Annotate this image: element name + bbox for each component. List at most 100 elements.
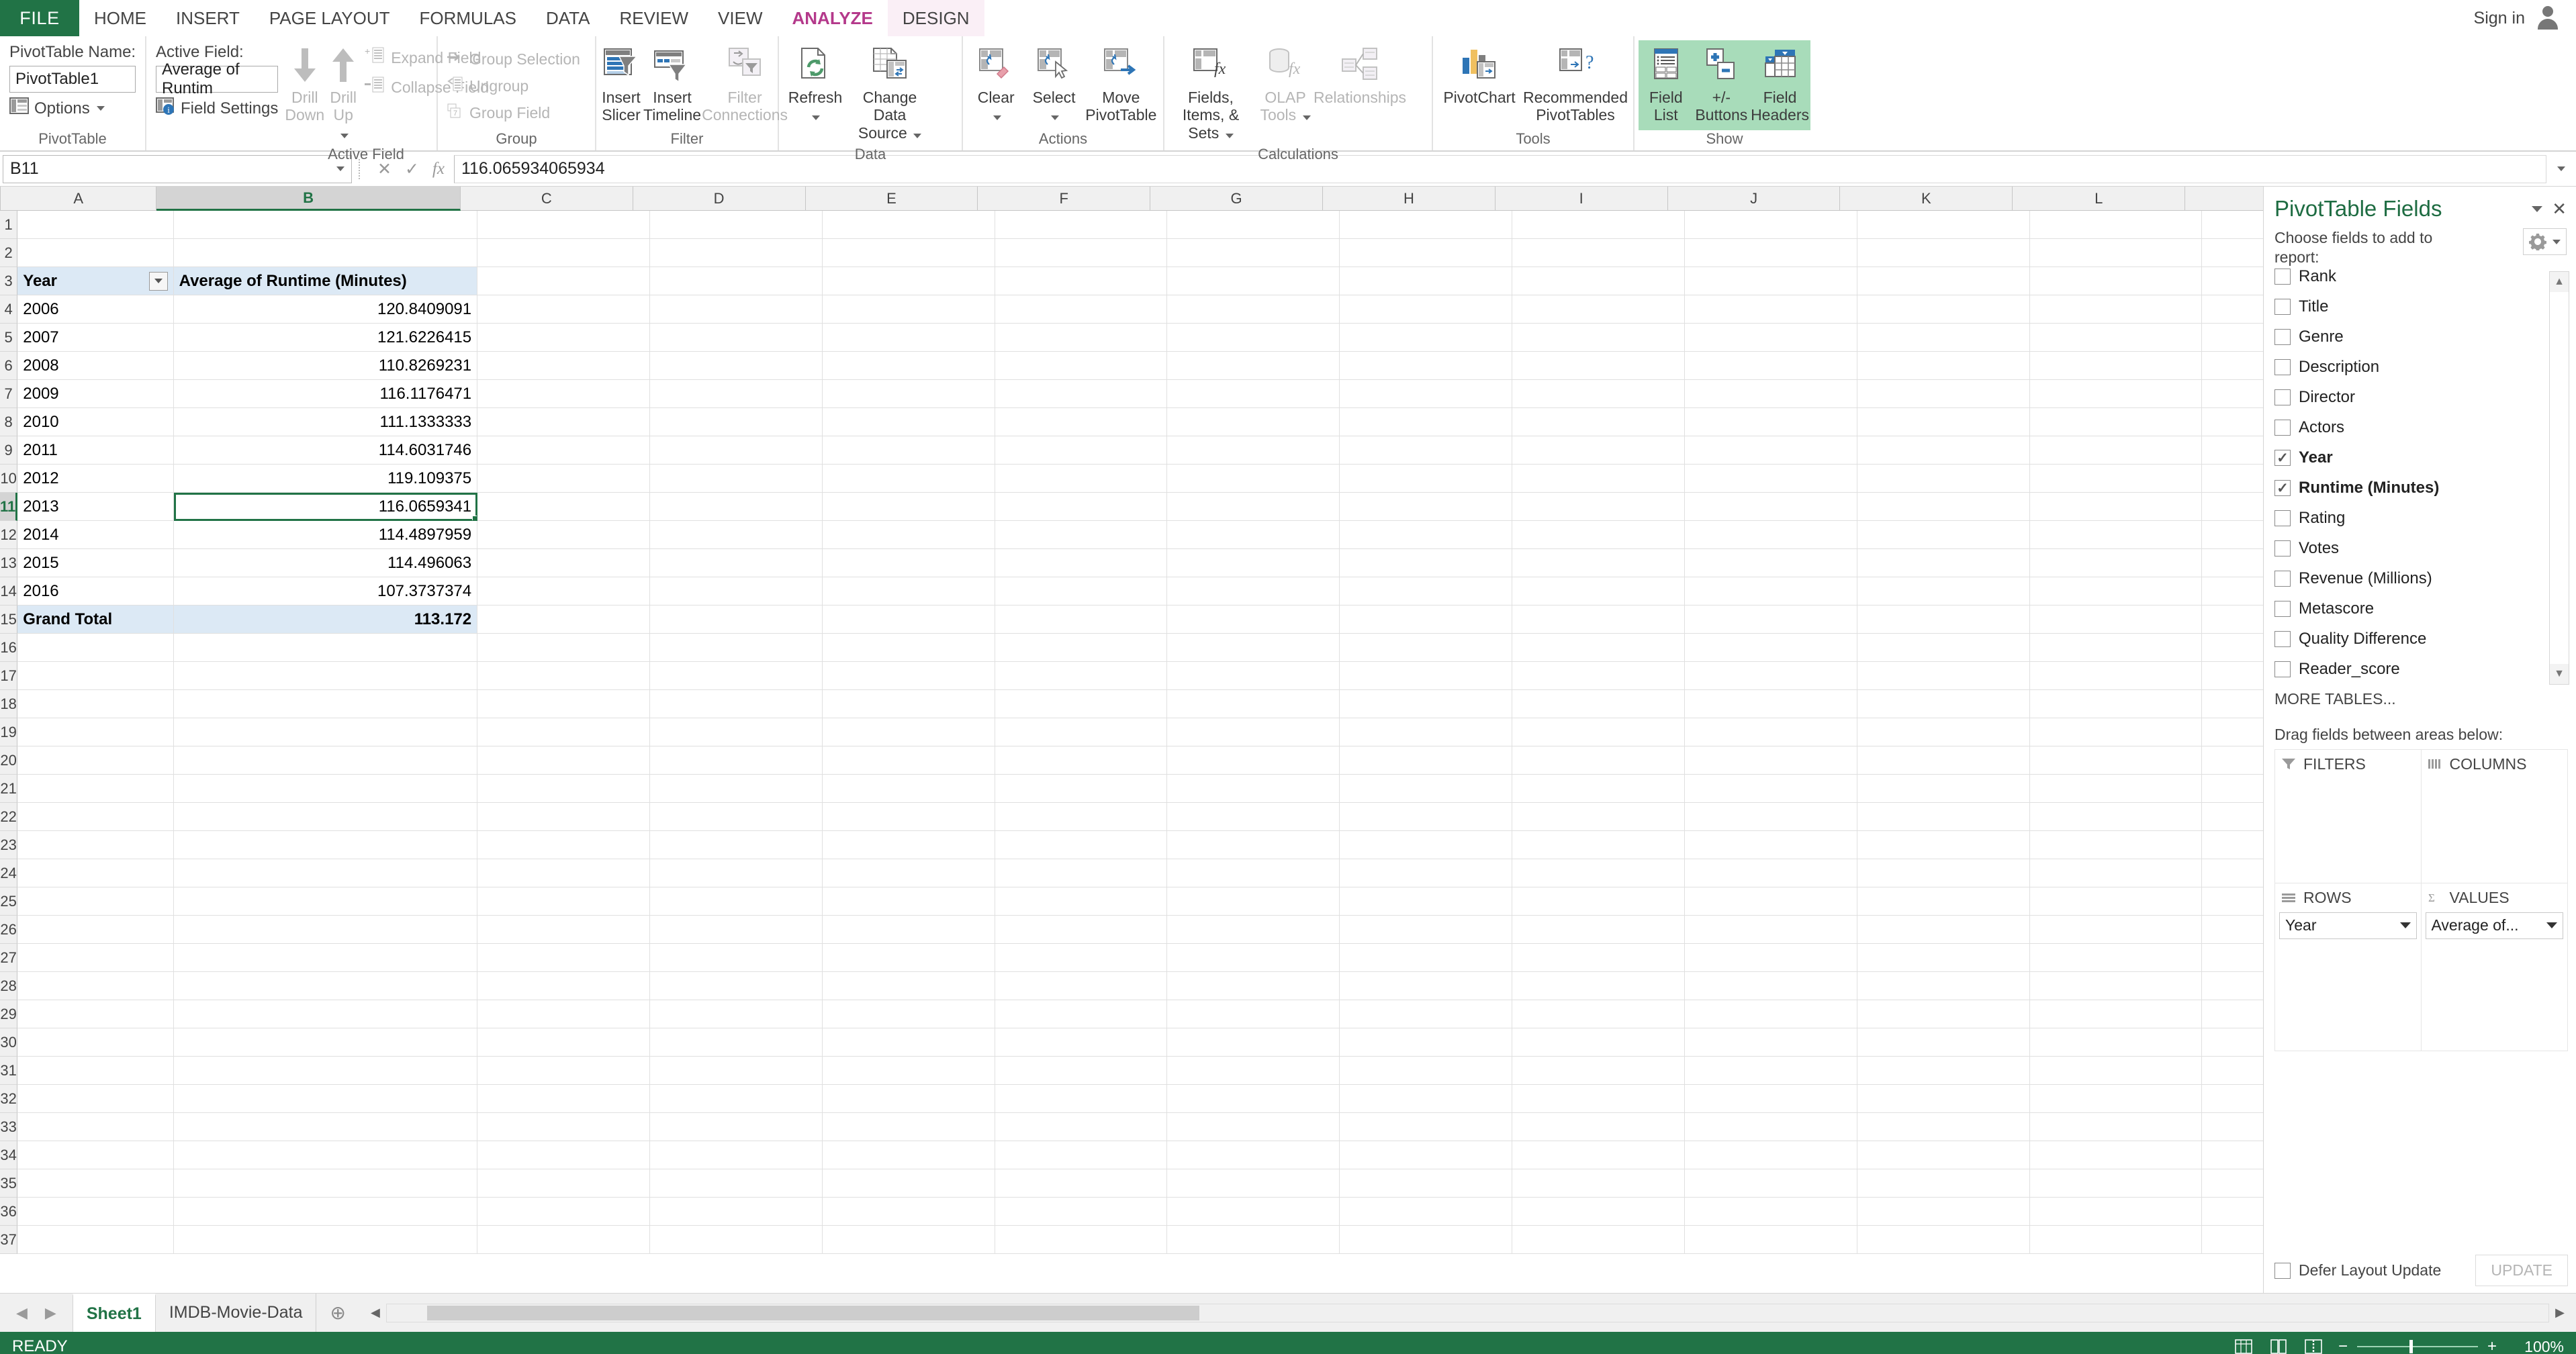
cell-B2[interactable] (173, 239, 478, 267)
pivotchart-button[interactable]: PivotChart (1437, 40, 1522, 110)
cell-I23[interactable] (1512, 831, 1685, 859)
cell-M32[interactable] (2202, 1085, 2263, 1113)
cell-L26[interactable] (2029, 916, 2203, 944)
cell-L12[interactable] (2029, 521, 2203, 549)
cell-B36[interactable] (173, 1198, 478, 1226)
cell-K20[interactable] (1857, 746, 2030, 775)
cell-F7[interactable] (995, 380, 1168, 408)
field-list-item-runtime-minutes[interactable]: Runtime (Minutes) (2274, 473, 2569, 503)
cell-G24[interactable] (1167, 859, 1340, 887)
cell-B31[interactable] (173, 1057, 478, 1085)
cell-M22[interactable] (2202, 803, 2263, 831)
cell-I28[interactable] (1512, 972, 1685, 1000)
field-settings-button[interactable]: i Field Settings (156, 97, 278, 120)
row-header-8[interactable]: 8 (0, 408, 18, 436)
cell-B35[interactable] (173, 1169, 478, 1198)
cell-D23[interactable] (649, 831, 823, 859)
cell-L27[interactable] (2029, 944, 2203, 972)
cell-K23[interactable] (1857, 831, 2030, 859)
cell-J14[interactable] (1684, 577, 1857, 606)
cell-G6[interactable] (1167, 352, 1340, 380)
cell-C7[interactable] (477, 380, 650, 408)
cell-L15[interactable] (2029, 606, 2203, 634)
cell-J1[interactable] (1684, 211, 1857, 239)
cell-K17[interactable] (1857, 662, 2030, 690)
cell-E14[interactable] (822, 577, 995, 606)
cell-F2[interactable] (995, 239, 1168, 267)
cell-J6[interactable] (1684, 352, 1857, 380)
cell-A22[interactable] (17, 803, 174, 831)
cell-H36[interactable] (1340, 1198, 1513, 1226)
cell-G2[interactable] (1167, 239, 1340, 267)
cell-A6[interactable]: 2008 (17, 352, 174, 380)
field-checkbox-description[interactable] (2274, 359, 2291, 375)
cell-M28[interactable] (2202, 972, 2263, 1000)
cell-E8[interactable] (822, 408, 995, 436)
cell-K3[interactable] (1857, 267, 2030, 295)
cell-A5[interactable]: 2007 (17, 324, 174, 352)
cell-J7[interactable] (1684, 380, 1857, 408)
cell-A17[interactable] (17, 662, 174, 690)
cell-K5[interactable] (1857, 324, 2030, 352)
field-checkbox-rank[interactable] (2274, 269, 2291, 285)
cell-K13[interactable] (1857, 549, 2030, 577)
cell-E29[interactable] (822, 1000, 995, 1028)
cell-L33[interactable] (2029, 1113, 2203, 1141)
cell-C30[interactable] (477, 1028, 650, 1057)
cell-I12[interactable] (1512, 521, 1685, 549)
cell-A30[interactable] (17, 1028, 174, 1057)
cell-L31[interactable] (2029, 1057, 2203, 1085)
column-header-f[interactable]: F (978, 187, 1151, 211)
cell-C17[interactable] (477, 662, 650, 690)
defer-layout-update-checkbox[interactable] (2274, 1262, 2291, 1279)
cell-L1[interactable] (2029, 211, 2203, 239)
cell-C28[interactable] (477, 972, 650, 1000)
cell-J21[interactable] (1684, 775, 1857, 803)
field-list-scrollbar[interactable]: ▲ ▼ (2549, 271, 2569, 685)
cell-G8[interactable] (1167, 408, 1340, 436)
cell-M5[interactable] (2202, 324, 2263, 352)
cell-A34[interactable] (17, 1141, 174, 1169)
cell-H14[interactable] (1340, 577, 1513, 606)
cell-B29[interactable] (173, 1000, 478, 1028)
field-checkbox-votes[interactable] (2274, 540, 2291, 557)
field-checkbox-revenue-millions[interactable] (2274, 571, 2291, 587)
cell-L9[interactable] (2029, 436, 2203, 465)
cell-L13[interactable] (2029, 549, 2203, 577)
cell-A37[interactable] (17, 1226, 174, 1254)
cell-K37[interactable] (1857, 1226, 2030, 1254)
cell-C33[interactable] (477, 1113, 650, 1141)
cell-D8[interactable] (649, 408, 823, 436)
field-list-item-genre[interactable]: Genre (2274, 322, 2569, 352)
cell-G37[interactable] (1167, 1226, 1340, 1254)
cell-F13[interactable] (995, 549, 1168, 577)
cell-H27[interactable] (1340, 944, 1513, 972)
cell-A23[interactable] (17, 831, 174, 859)
cell-M2[interactable] (2202, 239, 2263, 267)
cell-L14[interactable] (2029, 577, 2203, 606)
cell-M20[interactable] (2202, 746, 2263, 775)
field-headers-toggle[interactable]: Field Headers (1749, 40, 1810, 128)
cell-A15[interactable]: Grand Total (17, 606, 174, 634)
cell-G22[interactable] (1167, 803, 1340, 831)
cell-G12[interactable] (1167, 521, 1340, 549)
cell-F37[interactable] (995, 1226, 1168, 1254)
cell-E9[interactable] (822, 436, 995, 465)
tab-review[interactable]: REVIEW (604, 0, 703, 36)
column-header-d[interactable]: D (633, 187, 806, 211)
column-header-b[interactable]: B (156, 187, 461, 211)
sheet-nav-prev-icon[interactable]: ◀ (16, 1304, 28, 1322)
cell-L30[interactable] (2029, 1028, 2203, 1057)
cell-L35[interactable] (2029, 1169, 2203, 1198)
chevron-down-icon[interactable] (336, 166, 344, 171)
zoom-in-icon[interactable]: + (2487, 1337, 2497, 1354)
cell-E32[interactable] (822, 1085, 995, 1113)
cell-L8[interactable] (2029, 408, 2203, 436)
column-header-j[interactable]: J (1667, 187, 1841, 211)
cell-I13[interactable] (1512, 549, 1685, 577)
cell-M13[interactable] (2202, 549, 2263, 577)
cell-L22[interactable] (2029, 803, 2203, 831)
row-header-24[interactable]: 24 (0, 859, 18, 887)
cell-B16[interactable] (173, 634, 478, 662)
zoom-knob[interactable] (2409, 1340, 2413, 1353)
